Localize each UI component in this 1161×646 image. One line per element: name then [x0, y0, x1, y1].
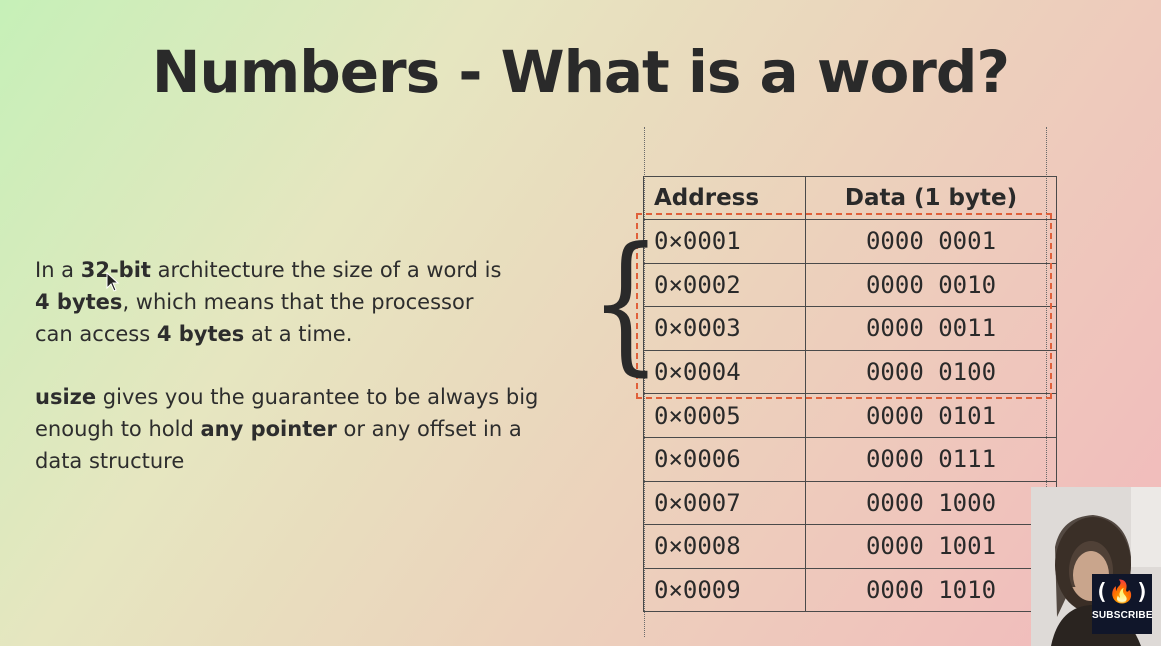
fire-logo-icon: (🔥)	[1095, 580, 1149, 605]
paragraph-usize: usize gives you the guarantee to be alwa…	[35, 381, 605, 477]
bold-term: 4 bytes	[35, 290, 123, 314]
freecodecamp-logo[interactable]: (🔥) SUBSCRIBE	[1092, 574, 1153, 634]
text-span: can access	[35, 322, 157, 346]
address-cell: 0×0005	[643, 393, 806, 438]
bold-term: 4 bytes	[156, 322, 245, 346]
bold-term: any pointer	[200, 417, 337, 441]
table-row: 0×0005 0000 0101	[643, 393, 1057, 438]
text-span: or any offset in a	[336, 417, 522, 441]
paragraph-line: data structure	[35, 445, 605, 477]
data-cell: 0000 1010	[805, 567, 1057, 613]
table-row: 0×0006 0000 0111	[643, 436, 1057, 482]
paragraph-line: usize gives you the guarantee to be alwa…	[35, 381, 605, 413]
data-cell: 0000 0101	[805, 393, 1057, 438]
data-cell: 0000 1000	[805, 480, 1057, 526]
curly-brace: {	[589, 216, 662, 390]
text-span: architecture the size of a word is	[150, 258, 502, 282]
data-cell: 0000 0111	[805, 436, 1057, 482]
word-highlight-box	[636, 213, 1052, 399]
paragraph-line: enough to hold any pointer or any offset…	[35, 413, 605, 445]
address-cell: 0×0008	[643, 524, 806, 569]
text-span: at a time.	[244, 322, 353, 346]
address-cell: 0×0007	[643, 480, 806, 526]
bold-term: usize	[35, 385, 97, 409]
subscribe-label: SUBSCRIBE	[1092, 610, 1153, 621]
table-row: 0×0008 0000 1001	[643, 524, 1057, 569]
paragraph-word-size: In a 32-bit architecture the size of a w…	[35, 254, 595, 350]
text-span: enough to hold	[35, 417, 201, 441]
paragraph-line: can access 4 bytes at a time.	[35, 318, 595, 350]
data-cell: 0000 1001	[805, 524, 1057, 569]
text-span: data structure	[35, 449, 185, 473]
address-cell: 0×0009	[643, 567, 806, 613]
text-span: In a	[35, 258, 81, 282]
table-row: 0×0009 0000 1010	[643, 567, 1057, 613]
address-cell: 0×0006	[643, 436, 806, 482]
table-row: 0×0007 0000 1000	[643, 480, 1057, 526]
text-span: gives you the guarantee to be always big	[96, 385, 539, 409]
slide-title: Numbers - What is a word?	[151, 38, 1010, 106]
mouse-cursor-icon	[106, 272, 120, 292]
text-span: , which means that the processor	[122, 290, 474, 314]
